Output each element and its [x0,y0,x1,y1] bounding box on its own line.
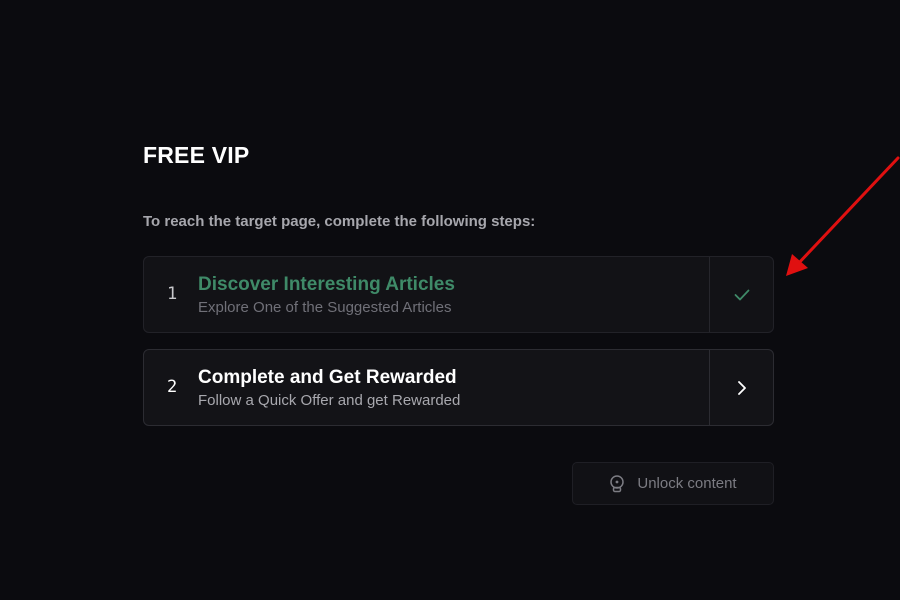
page-title: FREE VIP [143,142,250,168]
unlock-content-button[interactable]: Unlock content [572,462,774,505]
step-description: Explore One of the Suggested Articles [198,299,452,316]
annotation-arrow-icon [786,156,900,276]
step-heading: Complete and Get Rewarded [198,367,457,388]
page: FREE VIP To reach the target page, compl… [0,0,900,600]
step-heading: Discover Interesting Articles [198,274,455,295]
step-text: Discover Interesting Articles Explore On… [198,273,455,318]
step-number: 2 [167,377,178,397]
lock-icon [609,474,625,493]
unlock-content-label: Unlock content [637,475,737,492]
step-status-completed [709,257,773,332]
step-go-button[interactable] [709,350,773,425]
steps-panel: FREE VIP To reach the target page, compl… [143,140,774,505]
chevron-right-icon [737,380,746,395]
step-number: 1 [167,284,178,304]
step-text: Complete and Get Rewarded Follow a Quick… [198,366,460,411]
step-description: Follow a Quick Offer and get Rewarded [198,392,461,409]
page-subtitle: To reach the target page, complete the f… [143,213,536,230]
step-card-discover-articles[interactable]: 1 Discover Interesting Articles Explore … [143,256,774,333]
check-icon [734,289,749,300]
step-card-complete-offer[interactable]: 2 Complete and Get Rewarded Follow a Qui… [143,349,774,426]
